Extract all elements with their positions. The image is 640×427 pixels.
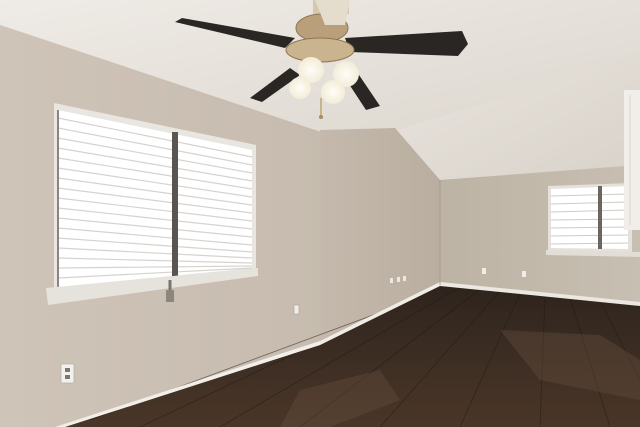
wall-outlet-far-2 xyxy=(522,271,526,277)
room-scene xyxy=(0,0,640,427)
wall-outlet xyxy=(60,363,75,384)
blind-wand-icon xyxy=(166,290,174,302)
light-bulb-icon-3 xyxy=(289,77,311,99)
window-divider xyxy=(172,132,178,278)
light-bulb-icon-4 xyxy=(321,80,345,104)
doorway-trim xyxy=(624,90,640,230)
wall-outlet-far xyxy=(482,268,486,274)
room-photo xyxy=(0,0,640,427)
wall-outlet-small xyxy=(293,304,300,315)
